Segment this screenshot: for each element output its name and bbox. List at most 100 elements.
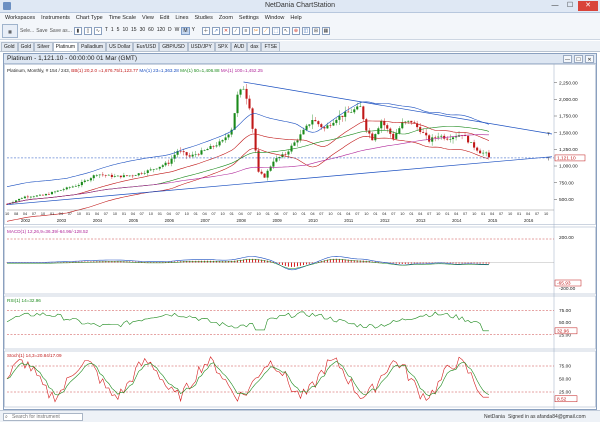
toolbar: ▦ Sele... Save Save as... ▮ ▯ ∿ T 1 5 10 15 3…	[0, 23, 600, 40]
candle-body	[44, 194, 47, 196]
menu-settings[interactable]: Settings	[236, 15, 262, 21]
pointer-icon[interactable]: ↖	[281, 27, 290, 35]
tab-dax[interactable]: dax	[247, 42, 262, 51]
candle-body	[335, 119, 338, 123]
candle-body	[251, 108, 254, 129]
period-button-30[interactable]: 30	[139, 27, 147, 35]
candle-body	[305, 125, 308, 130]
tab-usd-jpy[interactable]: USD/JPY	[187, 42, 215, 51]
menu-studies[interactable]: Studies	[192, 15, 216, 21]
tab-aud[interactable]: AUD	[230, 42, 248, 51]
period-button-1[interactable]: 1	[110, 27, 115, 35]
tab-us-dollar[interactable]: US Dollar	[106, 42, 134, 51]
candle-body	[215, 145, 218, 147]
fib-icon[interactable]: ≡	[241, 27, 250, 35]
macd-histogram-bar	[395, 262, 397, 264]
macd-histogram-bar	[297, 262, 299, 267]
bar-chart-icon[interactable]: ▮	[73, 27, 82, 35]
candle-body	[98, 174, 101, 176]
menu-zoom[interactable]: Zoom	[216, 15, 236, 21]
tab-platinum[interactable]: Platinum	[52, 42, 79, 51]
x-month-label: 07	[427, 212, 431, 216]
menu-time-scale[interactable]: Time Scale	[106, 15, 139, 21]
legend-part: BB(1) 20,2.0 =1,676.75/1,123.77	[70, 68, 139, 73]
macd-histogram-bar	[416, 262, 418, 264]
x-month-label: 01	[50, 212, 54, 216]
tab-ftse[interactable]: FTSE	[261, 42, 281, 51]
rectangle-icon[interactable]: ⬚	[271, 27, 280, 35]
chart-canvas[interactable]: Platinum, Monthly, # 154 / 243, BB(1) 20…	[4, 64, 596, 409]
period-button-5[interactable]: 5	[116, 27, 121, 35]
candle-body	[275, 158, 278, 162]
period-button-t[interactable]: T	[104, 27, 109, 35]
legend-part: MA(1) 23=1,363.28	[138, 68, 179, 73]
period-button-60[interactable]: 60	[147, 27, 155, 35]
menu-chart-type[interactable]: Chart Type	[73, 15, 106, 21]
x-year-label: 2010	[308, 218, 318, 223]
period-button-15[interactable]: 15	[130, 27, 138, 35]
candle-body	[242, 88, 245, 90]
period-button-10[interactable]: 10	[121, 27, 129, 35]
candle-body	[329, 125, 332, 126]
macd-histogram-bar	[398, 262, 400, 264]
select-label[interactable]: Sele...	[20, 28, 34, 34]
select-tool-button[interactable]: ▦	[2, 24, 18, 38]
candle-body	[164, 162, 167, 166]
price-tag: 1,121.10	[557, 156, 576, 162]
menu-workspaces[interactable]: Workspaces	[2, 15, 38, 21]
tab-gold[interactable]: Gold	[1, 42, 18, 51]
candle-body	[65, 187, 68, 190]
rsi-axis-label: 50.00	[559, 320, 571, 326]
table-icon[interactable]: ▦	[321, 27, 330, 35]
trendline-icon[interactable]: ↗	[211, 27, 220, 35]
menu-window[interactable]: Window	[262, 15, 288, 21]
chart-minimize-button[interactable]: —	[563, 55, 572, 63]
chart-close-button[interactable]: ✕	[585, 55, 594, 63]
candle-body	[167, 162, 170, 164]
save-button[interactable]: Save	[36, 28, 47, 34]
tab-eur-usd[interactable]: Eur/USD	[133, 42, 160, 51]
delete-icon[interactable]: ✕	[221, 27, 230, 35]
grid-icon[interactable]: ⊞	[311, 27, 320, 35]
menu-edit[interactable]: Edit	[157, 15, 172, 21]
candle-body	[41, 194, 44, 196]
candle-body	[398, 128, 401, 134]
tab-gbp-usd[interactable]: GBP/USD	[159, 42, 188, 51]
tab-silver[interactable]: Silver	[34, 42, 53, 51]
period-button-120[interactable]: 120	[156, 27, 166, 35]
x-year-label: 2015	[488, 218, 498, 223]
candle-chart-icon[interactable]: ▯	[83, 27, 92, 35]
maximize-button[interactable]: ☐	[563, 1, 577, 11]
chart-maximize-button[interactable]: ☐	[574, 55, 583, 63]
period-button-m[interactable]: M	[181, 27, 190, 35]
layout-icon[interactable]: ◫	[301, 27, 310, 35]
minimize-button[interactable]: —	[548, 1, 562, 11]
menu-help[interactable]: Help	[287, 15, 304, 21]
line-icon[interactable]: ∕	[231, 27, 240, 35]
crosshair-icon[interactable]: ＋	[201, 27, 210, 35]
candle-body	[311, 120, 314, 125]
search-input[interactable]	[12, 414, 82, 420]
line-chart-icon[interactable]: ∿	[93, 27, 102, 35]
period-button-y[interactable]: Y	[191, 27, 196, 35]
menu-view[interactable]: View	[139, 15, 157, 21]
channel-icon[interactable]: ⟋	[261, 27, 270, 35]
tab-gold[interactable]: Gold	[17, 42, 35, 51]
menu-instruments[interactable]: Instruments	[38, 15, 73, 21]
zoom-icon[interactable]: ⊕	[291, 27, 300, 35]
candle-body	[170, 158, 173, 164]
scissors-icon[interactable]: ✂	[251, 27, 260, 35]
x-month-label: 01	[445, 212, 449, 216]
tab-palladium[interactable]: Palladium	[78, 42, 107, 51]
tab-spx[interactable]: SPX	[214, 42, 231, 51]
instrument-search[interactable]: ⌕	[3, 413, 83, 421]
candle-body	[407, 120, 410, 122]
candle-body	[266, 170, 269, 178]
save-as-button[interactable]: Save as...	[50, 28, 72, 34]
candle-body	[110, 174, 113, 178]
candle-body	[392, 133, 395, 139]
close-button[interactable]: ✕	[578, 1, 598, 11]
menu-lines[interactable]: Lines	[172, 15, 191, 21]
period-button-w[interactable]: W	[174, 27, 181, 35]
period-button-d[interactable]: D	[167, 27, 173, 35]
